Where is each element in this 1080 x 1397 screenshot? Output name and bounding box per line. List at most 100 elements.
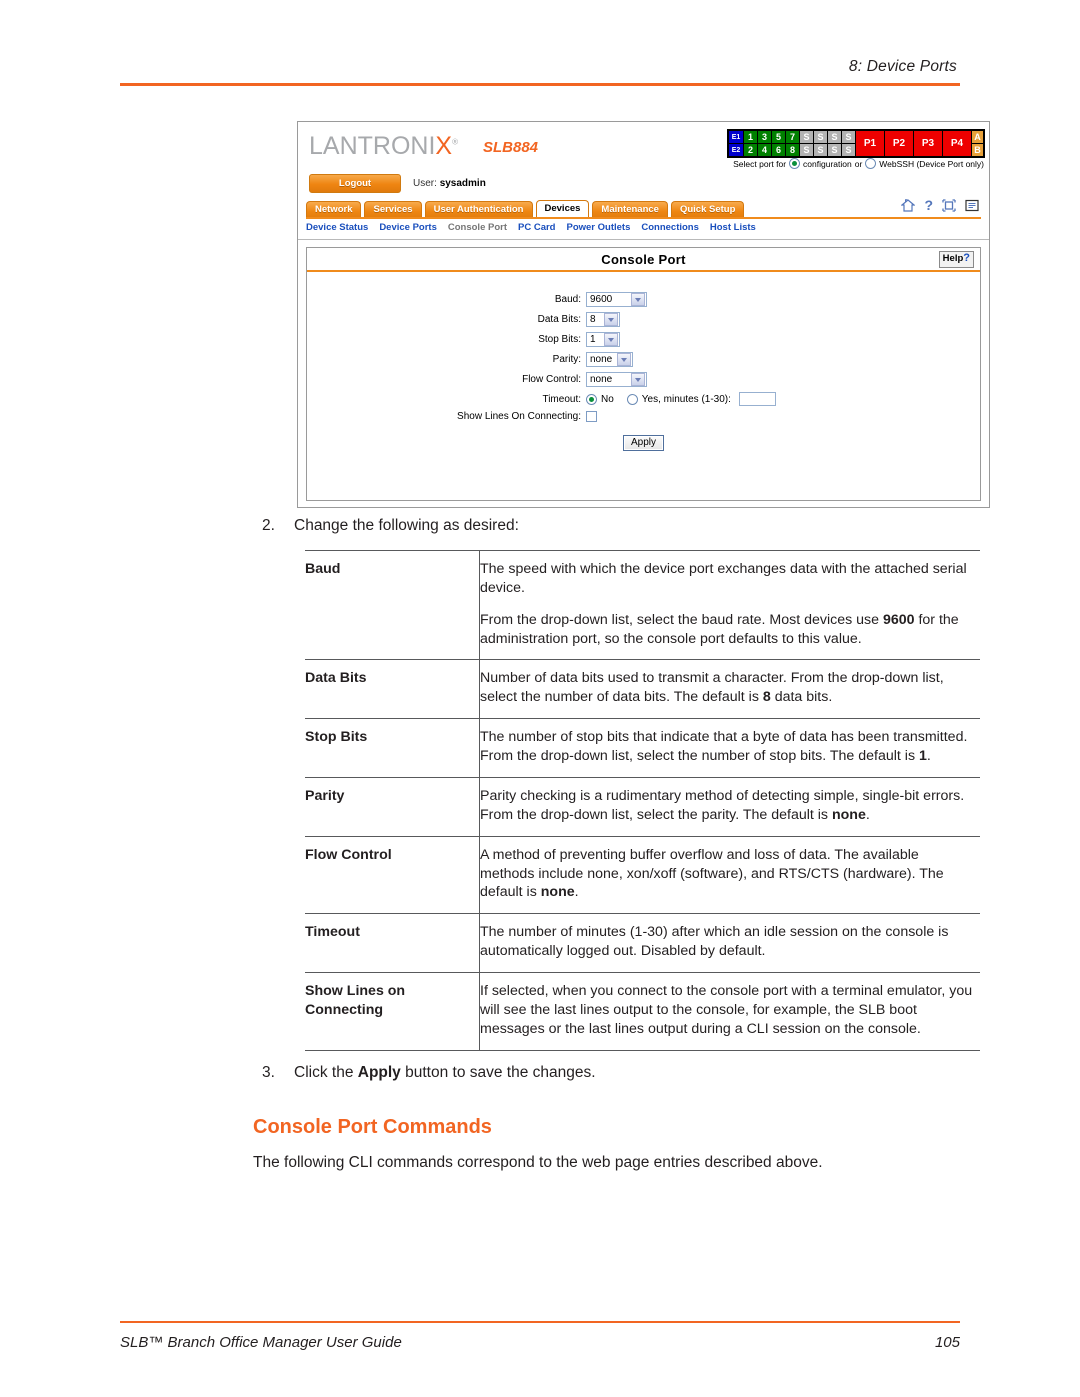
page-number: 105 (934, 1334, 960, 1351)
apply-button[interactable]: Apply (622, 435, 664, 451)
port-a[interactable]: A (972, 131, 983, 143)
param-name: Timeout (305, 913, 480, 973)
device-model-label: SLB884 (483, 139, 539, 156)
param-paragraph: The number of minutes (1-30) after which… (480, 924, 949, 960)
param-paragraph: The speed with which the device port exc… (480, 560, 967, 596)
device-port-s-3[interactable]: S (828, 131, 841, 143)
power-port-p2[interactable]: P2 (885, 131, 913, 156)
device-port-5[interactable]: 5 (772, 131, 785, 143)
console-port-panel: Console Port Help? Baud: 9600 Data Bits:… (306, 247, 981, 501)
utility-icon-bar: ? (901, 198, 979, 212)
power-port-p3[interactable]: P3 (914, 131, 942, 156)
device-port-s-6[interactable]: S (814, 144, 827, 156)
ab-port-group[interactable]: A B (972, 131, 983, 156)
sub-navigation: Device Status Device Ports Console Port … (306, 222, 756, 233)
field-row-stop-bits: Stop Bits: 1 (307, 332, 980, 347)
device-port-8[interactable]: 8 (786, 144, 799, 156)
device-port-2[interactable]: 2 (744, 144, 757, 156)
baud-label: Baud: (554, 294, 581, 305)
lantronix-logo: LANTRONIX® (309, 132, 458, 161)
power-port-p4[interactable]: P4 (943, 131, 971, 156)
device-port-1[interactable]: 1 (744, 131, 757, 143)
data-bits-select[interactable]: 8 (586, 312, 620, 327)
port-b[interactable]: B (972, 144, 983, 156)
param-name: Data Bits (305, 659, 480, 719)
subnav-pc-card[interactable]: PC Card (518, 222, 555, 233)
step-3-suffix: button to save the changes. (400, 1063, 596, 1081)
device-port-6[interactable]: 6 (772, 144, 785, 156)
device-port-s-5[interactable]: S (800, 144, 813, 156)
console-port-form: Baud: 9600 Data Bits: 8 Stop Bits: 1 Par… (307, 272, 980, 451)
subnav-connections[interactable]: Connections (641, 222, 699, 233)
flow-control-select[interactable]: none (586, 372, 647, 387)
chevron-down-icon[interactable] (631, 373, 645, 386)
help-question-icon[interactable]: ? (924, 198, 933, 212)
home-icon[interactable] (901, 198, 916, 212)
power-port-p1[interactable]: P1 (856, 131, 884, 156)
parity-select[interactable]: none (586, 352, 633, 367)
timeout-minutes-input[interactable] (738, 392, 776, 406)
param-paragraph: The number of stop bits that indicate th… (480, 729, 968, 765)
device-port-3[interactable]: 3 (758, 131, 771, 143)
device-port-s-7[interactable]: S (828, 144, 841, 156)
param-name: Flow Control (305, 835, 480, 914)
expand-icon[interactable] (942, 198, 956, 212)
stop-bits-select[interactable]: 1 (586, 332, 620, 347)
help-button[interactable]: Help? (938, 251, 974, 268)
field-row-parity: Parity: none (307, 352, 980, 367)
logout-button[interactable]: Logout (309, 174, 401, 193)
list-icon[interactable] (965, 199, 979, 212)
device-port-7[interactable]: 7 (786, 131, 799, 143)
timeout-radio-yes[interactable] (626, 393, 638, 405)
help-button-question-icon: ? (963, 252, 970, 264)
select-port-mode: Select port for configuration or WebSSH … (733, 158, 984, 169)
ethernet-port-group[interactable]: E1 E2 (729, 131, 743, 156)
port-e2[interactable]: E2 (729, 144, 743, 156)
chevron-down-icon[interactable] (617, 353, 631, 366)
data-bits-label: Data Bits: (537, 314, 581, 325)
table-row: Show Lines on Connecting If selected, wh… (305, 972, 980, 1051)
flow-control-label: Flow Control: (522, 374, 581, 385)
param-paragraph: If selected, when you connect to the con… (480, 983, 973, 1037)
device-port-group[interactable]: 1 3 5 7 S S S S 2 4 6 8 S S S S (744, 131, 855, 156)
baud-select[interactable]: 9600 (586, 292, 647, 307)
field-row-show-lines: Show Lines On Connecting: (307, 411, 980, 422)
footer-row: SLB™ Branch Office Manager User Guide 10… (120, 1334, 960, 1351)
device-port-s-2[interactable]: S (814, 131, 827, 143)
param-name: Baud (305, 549, 480, 660)
param-description: If selected, when you connect to the con… (479, 972, 980, 1051)
param-description: Number of data bits used to transmit a c… (479, 659, 980, 719)
section-paragraph: The following CLI commands correspond to… (253, 1153, 823, 1171)
port-matrix[interactable]: E1 E2 1 3 5 7 S S S S 2 4 6 8 S S S S P1… (727, 129, 985, 158)
subnav-power-outlets[interactable]: Power Outlets (566, 222, 630, 233)
device-port-s-8[interactable]: S (842, 144, 855, 156)
device-port-4[interactable]: 4 (758, 144, 771, 156)
running-header-text: 8: Device Ports (848, 58, 957, 75)
chevron-down-icon[interactable] (604, 333, 618, 346)
show-lines-checkbox[interactable] (586, 411, 597, 422)
param-paragraph: From the drop-down list, select the baud… (480, 611, 959, 647)
power-port-group[interactable]: P1 P2 P3 P4 (856, 131, 971, 156)
param-paragraph: Parity checking is a rudimentary method … (480, 787, 965, 823)
page-running-header: 8: Device Ports (120, 58, 960, 86)
subnav-device-status[interactable]: Device Status (306, 222, 368, 233)
subnav-device-ports[interactable]: Device Ports (379, 222, 437, 233)
device-port-s-1[interactable]: S (800, 131, 813, 143)
port-e1[interactable]: E1 (729, 131, 743, 143)
device-port-s-4[interactable]: S (842, 131, 855, 143)
chevron-down-icon[interactable] (604, 313, 618, 326)
table-row: Data Bits Number of data bits used to tr… (305, 659, 980, 719)
data-bits-value: 8 (590, 314, 596, 325)
radio-configuration[interactable] (789, 158, 801, 169)
param-description: The number of minutes (1-30) after which… (479, 913, 980, 973)
subnav-console-port[interactable]: Console Port (448, 222, 507, 233)
radio-webssh[interactable] (865, 158, 877, 169)
timeout-radio-no[interactable] (586, 393, 597, 405)
step-3-bold: Apply (357, 1063, 401, 1081)
chevron-down-icon[interactable] (631, 293, 645, 306)
timeout-label: Timeout: (542, 393, 581, 405)
show-lines-label: Show Lines On Connecting: (457, 411, 581, 422)
param-paragraph: Number of data bits used to transmit a c… (480, 670, 944, 706)
parity-label: Parity: (552, 354, 581, 365)
subnav-host-lists[interactable]: Host Lists (710, 222, 756, 233)
